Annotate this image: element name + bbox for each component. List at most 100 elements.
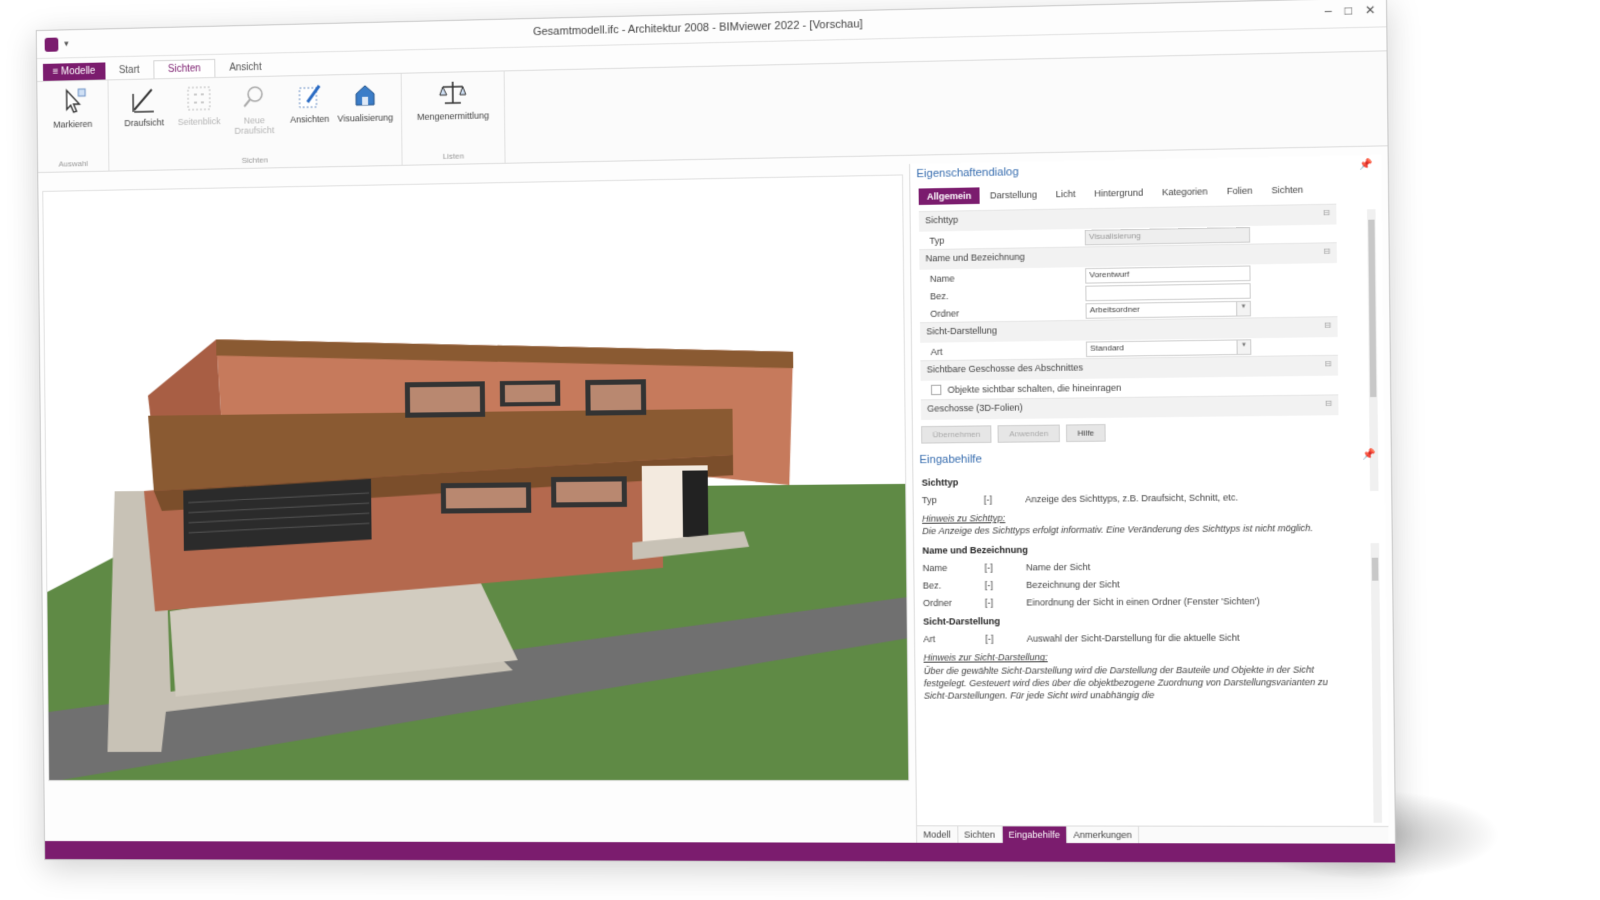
property-label: Art xyxy=(930,346,943,357)
properties-tabs: Allgemein Darstellung Licht Hintergrund … xyxy=(918,180,1374,205)
properties-title-text: Eigenschaftendialog xyxy=(916,166,1019,181)
group-sichten: Draufsicht Seitenblick Neue Draufsicht A… xyxy=(108,73,403,171)
anwenden-button[interactable]: Anwenden xyxy=(997,424,1060,443)
tab-allgemein[interactable]: Allgemein xyxy=(918,187,980,205)
right-panel: Eigenschaftendialog 📌 Allgemein Darstell… xyxy=(909,154,1389,844)
tab-start[interactable]: Start xyxy=(105,61,153,79)
help-title-text: Eingabehilfe xyxy=(919,453,982,467)
pen-icon xyxy=(130,85,158,114)
tab-licht[interactable]: Licht xyxy=(1047,185,1084,202)
help-key: Ordner xyxy=(922,597,952,609)
category-label: Sichtbare Geschosse des Abschnittes xyxy=(926,362,1084,375)
help-desc: Einordnung der Sicht in einen Ordner (Fe… xyxy=(1026,595,1260,608)
house-cube-icon xyxy=(351,80,379,109)
seitenblick-label: Seitenblick xyxy=(177,116,221,128)
neue-draufsicht-label: Neue Draufsicht xyxy=(234,115,275,136)
draufsicht-label: Draufsicht xyxy=(124,117,165,129)
close-icon[interactable]: ✕ xyxy=(1365,3,1376,18)
status-bar xyxy=(45,841,1396,863)
tab-kategorien[interactable]: Kategorien xyxy=(1154,183,1217,201)
tab-sichten[interactable]: Sichten xyxy=(153,58,216,79)
checkbox[interactable] xyxy=(930,384,942,396)
help-row: Ordner [-] Einordnung der Sicht in einen… xyxy=(923,594,1349,609)
help-row: Bez. [-] Bezeichnung der Sicht xyxy=(923,577,1349,592)
help-hint: Hinweis zur Sicht-Darstellung: Über die … xyxy=(923,650,1350,702)
help-unit: [-] xyxy=(984,562,993,573)
category-label: Geschosse (3D-Folien) xyxy=(927,402,1023,414)
category-label: Name und Bezeichnung xyxy=(925,251,1025,264)
pin-icon[interactable]: 📌 xyxy=(1363,449,1376,461)
property-label: Name xyxy=(929,272,955,284)
help-unit: [-] xyxy=(984,597,994,608)
tab-ansicht[interactable]: Ansicht xyxy=(215,58,275,76)
visualisierung-label: Visualisierung xyxy=(337,112,394,124)
group-auswahl: Markieren Auswahl xyxy=(37,80,110,173)
pencil-plan-icon xyxy=(295,82,323,111)
tab-sichten-bottom[interactable]: Sichten xyxy=(957,826,1003,843)
tab-eingabehilfe[interactable]: Eingabehilfe xyxy=(1002,826,1068,844)
art-value: Standard xyxy=(1090,343,1125,353)
properties-grid: Sichttyp ⊟ Typ Visualisierung Name und Be… xyxy=(918,203,1339,420)
help-unit: [-] xyxy=(984,579,994,591)
collapse-icon[interactable]: ⊟ xyxy=(1325,399,1332,408)
ordner-select[interactable]: Arbeitsordner ▾ xyxy=(1085,300,1251,319)
uebernehmen-button[interactable]: Übernehmen xyxy=(921,425,992,444)
group-listen: Mengenermittlung Listen xyxy=(401,71,506,165)
pin-icon[interactable]: 📌 xyxy=(1360,159,1373,171)
building-model-render xyxy=(46,331,910,782)
tab-darstellung[interactable]: Darstellung xyxy=(982,186,1046,204)
ansichten-button[interactable]: Ansichten xyxy=(282,81,338,149)
tab-sichten-props[interactable]: Sichten xyxy=(1263,181,1312,199)
collapse-icon[interactable]: ⊟ xyxy=(1323,246,1330,255)
tab-hintergrund[interactable]: Hintergrund xyxy=(1086,184,1152,202)
help-desc: Anzeige des Sichttyps, z.B. Draufsicht, … xyxy=(1025,492,1239,505)
neue-draufsicht-button[interactable]: Neue Draufsicht xyxy=(226,83,282,151)
property-label: Ordner xyxy=(930,307,960,319)
collapse-icon[interactable]: ⊟ xyxy=(1324,320,1331,329)
hint-text: Die Anzeige des Sichttyps erfolgt inform… xyxy=(922,523,1314,537)
help-key: Bez. xyxy=(922,580,942,591)
help-row: Typ [-] Anzeige des Sichttyps, z.B. Drau… xyxy=(922,490,1348,506)
help-key: Name xyxy=(922,562,948,573)
tab-modell[interactable]: Modell xyxy=(917,826,958,843)
bez-field[interactable] xyxy=(1085,283,1251,302)
maximize-icon[interactable]: □ xyxy=(1344,3,1352,18)
chevron-down-icon[interactable]: ▾ xyxy=(1236,340,1251,355)
seitenblick-button[interactable]: Seitenblick xyxy=(171,84,227,152)
help-desc: Bezeichnung der Sicht xyxy=(1026,579,1120,590)
help-unit: [-] xyxy=(985,633,994,645)
visualisierung-button[interactable]: Visualisierung xyxy=(337,80,393,148)
checkbox-label: Objekte sichtbar schalten, die hineinrag… xyxy=(947,382,1122,395)
tab-folien[interactable]: Folien xyxy=(1218,182,1261,199)
category-label: Sichttyp xyxy=(925,214,959,226)
mengenermittlung-label: Mengenermittlung xyxy=(416,110,490,122)
collapse-icon[interactable]: ⊟ xyxy=(1324,359,1331,368)
collapse-icon[interactable]: ⊟ xyxy=(1323,208,1330,218)
help-scrollbar[interactable] xyxy=(1370,543,1383,823)
scrollbar-thumb[interactable] xyxy=(1371,557,1379,581)
3d-viewport[interactable] xyxy=(42,174,910,782)
group-label-auswahl: Auswahl xyxy=(58,159,89,169)
cursor-icon xyxy=(59,87,87,116)
help-desc: Name der Sicht xyxy=(1025,561,1091,573)
help-row: Art [-] Auswahl der Sicht-Darstellung fü… xyxy=(923,631,1349,645)
properties-buttons: Übernehmen Anwenden Hilfe xyxy=(921,421,1376,444)
markieren-label: Markieren xyxy=(53,118,93,130)
help-content: Sichttyp Typ [-] Anzeige des Sichttyps, … xyxy=(922,472,1350,701)
category-geschosse[interactable]: Geschosse (3D-Folien) ⊟ xyxy=(920,394,1339,420)
tab-anmerkungen[interactable]: Anmerkungen xyxy=(1067,826,1140,844)
scrollbar-thumb[interactable] xyxy=(1368,219,1377,398)
art-select[interactable]: Standard ▾ xyxy=(1085,339,1252,358)
tab-modelle[interactable]: ≡ Modelle xyxy=(42,62,106,81)
name-field[interactable]: Vorentwurf xyxy=(1085,265,1251,284)
mengenermittlung-button[interactable]: Mengenermittlung xyxy=(410,78,497,147)
chevron-down-icon[interactable]: ▾ xyxy=(1236,301,1250,316)
minimize-icon[interactable]: – xyxy=(1325,4,1332,19)
application-window: ▾ Gesamtmodell.ifc - Architektur 2008 - … xyxy=(35,0,1397,864)
hilfe-button[interactable]: Hilfe xyxy=(1066,424,1106,443)
markieren-button[interactable]: Markieren xyxy=(45,87,100,154)
ansichten-label: Ansichten xyxy=(290,113,330,125)
magnifier-icon xyxy=(240,83,268,112)
help-key: Art xyxy=(923,634,936,645)
draufsicht-button[interactable]: Draufsicht xyxy=(116,85,172,152)
